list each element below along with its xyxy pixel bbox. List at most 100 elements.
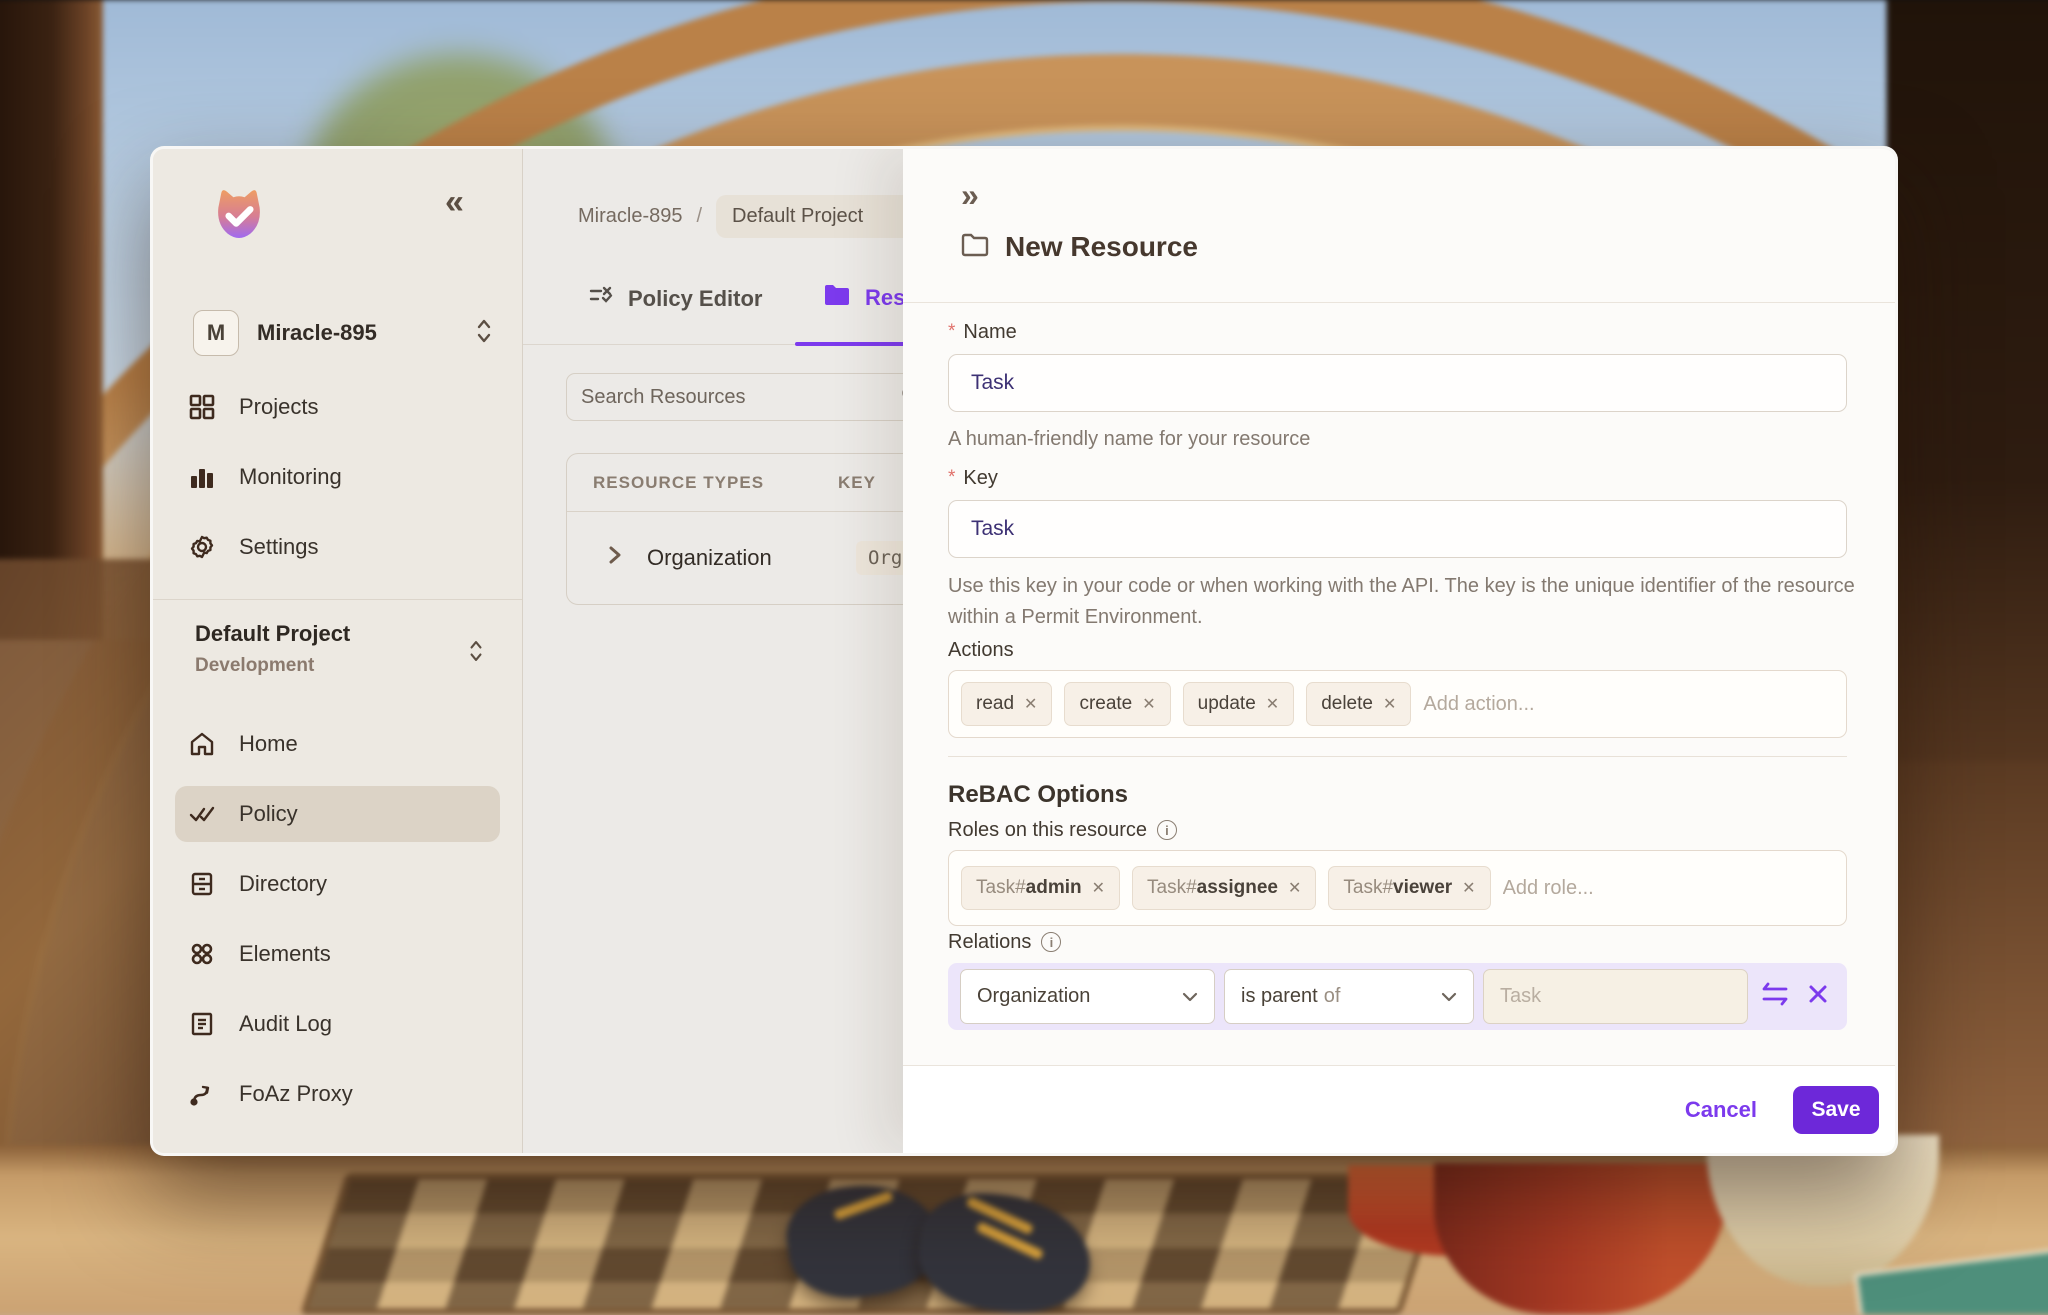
sidebar-item-label: Projects (239, 394, 318, 420)
remove-relation-icon[interactable] (1807, 983, 1829, 1010)
swap-relation-icon[interactable] (1761, 981, 1789, 1012)
policy-editor-icon (588, 283, 614, 315)
add-action-input[interactable] (1423, 693, 1834, 716)
breadcrumb-separator: / (696, 205, 702, 228)
app-window: « M Miracle-895 Projects Monitoring (150, 146, 1898, 1156)
name-helper: A human-friendly name for your resource (948, 424, 1847, 455)
remove-icon[interactable]: ✕ (1024, 694, 1037, 714)
breadcrumb-org[interactable]: Miracle-895 (578, 205, 682, 228)
workspace-switcher[interactable]: M Miracle-895 (193, 309, 493, 357)
sidebar-item-label: FoAz Proxy (239, 1081, 353, 1107)
chevron-down-icon (1182, 985, 1198, 1008)
sidebar-item-audit-log[interactable]: Audit Log (175, 996, 500, 1052)
required-marker: * (948, 321, 955, 343)
collapse-panel-button[interactable]: » (961, 179, 1847, 211)
key-helper: Use this key in your code or when workin… (948, 571, 1868, 633)
sidebar-item-label: Settings (239, 534, 319, 560)
key-label: * Key (948, 465, 1847, 491)
left-frame (0, 0, 103, 640)
relations-label: Relations i (948, 929, 1847, 955)
right-shelf (1887, 0, 2048, 801)
double-check-icon (189, 801, 215, 827)
expand-row-icon[interactable] (607, 544, 623, 572)
section-divider (948, 756, 1847, 757)
sidebar-item-label: Policy (239, 801, 298, 827)
chevron-down-icon (1441, 985, 1457, 1008)
grid-icon (189, 394, 215, 420)
remove-icon[interactable]: ✕ (1383, 694, 1396, 714)
breadcrumb: Miracle-895 / Default Project (578, 193, 921, 239)
bar-chart-icon (189, 464, 215, 490)
tab-resources[interactable]: Res (823, 283, 905, 313)
sidebar-item-foaz-proxy[interactable]: FoAz Proxy (175, 1066, 500, 1122)
sidebar-item-settings[interactable]: Settings (175, 519, 500, 575)
tab-policy-editor[interactable]: Policy Editor (588, 283, 762, 315)
remove-icon[interactable]: ✕ (1142, 694, 1155, 714)
remove-icon[interactable]: ✕ (1288, 878, 1301, 898)
new-resource-panel: » New Resource * Name A human-friendly n… (903, 149, 1895, 1153)
role-chip[interactable]: Task#assignee ✕ (1132, 866, 1316, 910)
route-icon (189, 1081, 215, 1107)
chevron-updown-icon (468, 639, 484, 668)
sidebar-item-monitoring[interactable]: Monitoring (175, 449, 500, 505)
relation-row: Organization is parent of (948, 963, 1847, 1030)
tab-label: Policy Editor (628, 286, 762, 312)
sidebar-item-policy[interactable]: Policy (175, 786, 500, 842)
sidebar: « M Miracle-895 Projects Monitoring (153, 149, 523, 1153)
project-environment: Development (195, 655, 492, 677)
relation-source-select[interactable]: Organization (960, 969, 1215, 1024)
column-key: KEY (838, 473, 876, 493)
sidebar-divider (153, 599, 522, 600)
relation-target-input[interactable] (1483, 969, 1748, 1024)
name-label: * Name (948, 319, 1847, 345)
name-field[interactable] (948, 354, 1847, 412)
project-name: Default Project (195, 621, 492, 647)
breadcrumb-project[interactable]: Default Project (716, 195, 921, 238)
key-field[interactable] (948, 500, 1847, 558)
rebac-heading: ReBAC Options (948, 781, 1847, 809)
action-chip[interactable]: create ✕ (1064, 682, 1170, 726)
panel-footer: Cancel Save (903, 1065, 1895, 1153)
sidebar-item-label: Directory (239, 871, 327, 897)
workspace-name: Miracle-895 (257, 320, 377, 346)
sidebar-item-directory[interactable]: Directory (175, 856, 500, 912)
sidebar-item-label: Audit Log (239, 1011, 332, 1037)
role-chip[interactable]: Task#viewer ✕ (1328, 866, 1490, 910)
panel-header: » New Resource (903, 149, 1895, 303)
sidebar-item-label: Home (239, 731, 298, 757)
cabinet-icon (189, 871, 215, 897)
remove-icon[interactable]: ✕ (1092, 878, 1105, 898)
permit-logo-icon (209, 185, 269, 245)
project-switcher[interactable]: Default Project Development (195, 621, 492, 677)
relation-predicate-select[interactable]: is parent of (1224, 969, 1474, 1024)
roles-label: Roles on this resource i (948, 817, 1847, 843)
search-input[interactable] (581, 386, 901, 409)
document-icon (189, 1011, 215, 1037)
sidebar-item-projects[interactable]: Projects (175, 379, 500, 435)
action-chip[interactable]: update ✕ (1183, 682, 1295, 726)
cancel-button[interactable]: Cancel (1685, 1097, 1757, 1123)
sidebar-item-home[interactable]: Home (175, 716, 500, 772)
tab-label: Res (865, 285, 905, 311)
add-role-input[interactable] (1503, 877, 1834, 900)
collapse-sidebar-button[interactable]: « (445, 183, 460, 222)
required-marker: * (948, 467, 955, 489)
sidebar-item-label: Monitoring (239, 464, 342, 490)
search-resources (566, 373, 938, 421)
remove-icon[interactable]: ✕ (1266, 694, 1279, 714)
info-icon[interactable]: i (1041, 932, 1061, 952)
action-chip[interactable]: delete ✕ (1306, 682, 1411, 726)
remove-icon[interactable]: ✕ (1462, 878, 1475, 898)
circles-icon (189, 941, 215, 967)
workspace-avatar: M (193, 310, 239, 356)
info-icon[interactable]: i (1157, 820, 1177, 840)
save-button[interactable]: Save (1793, 1086, 1879, 1134)
action-chip[interactable]: read ✕ (961, 682, 1052, 726)
resource-name: Organization (647, 545, 772, 571)
folder-icon (823, 283, 851, 313)
sidebar-item-elements[interactable]: Elements (175, 926, 500, 982)
actions-label: Actions (948, 637, 1847, 663)
sidebar-item-label: Elements (239, 941, 331, 967)
actions-input-box: read ✕ create ✕ update ✕ delete ✕ (948, 670, 1847, 738)
role-chip[interactable]: Task#admin ✕ (961, 866, 1120, 910)
